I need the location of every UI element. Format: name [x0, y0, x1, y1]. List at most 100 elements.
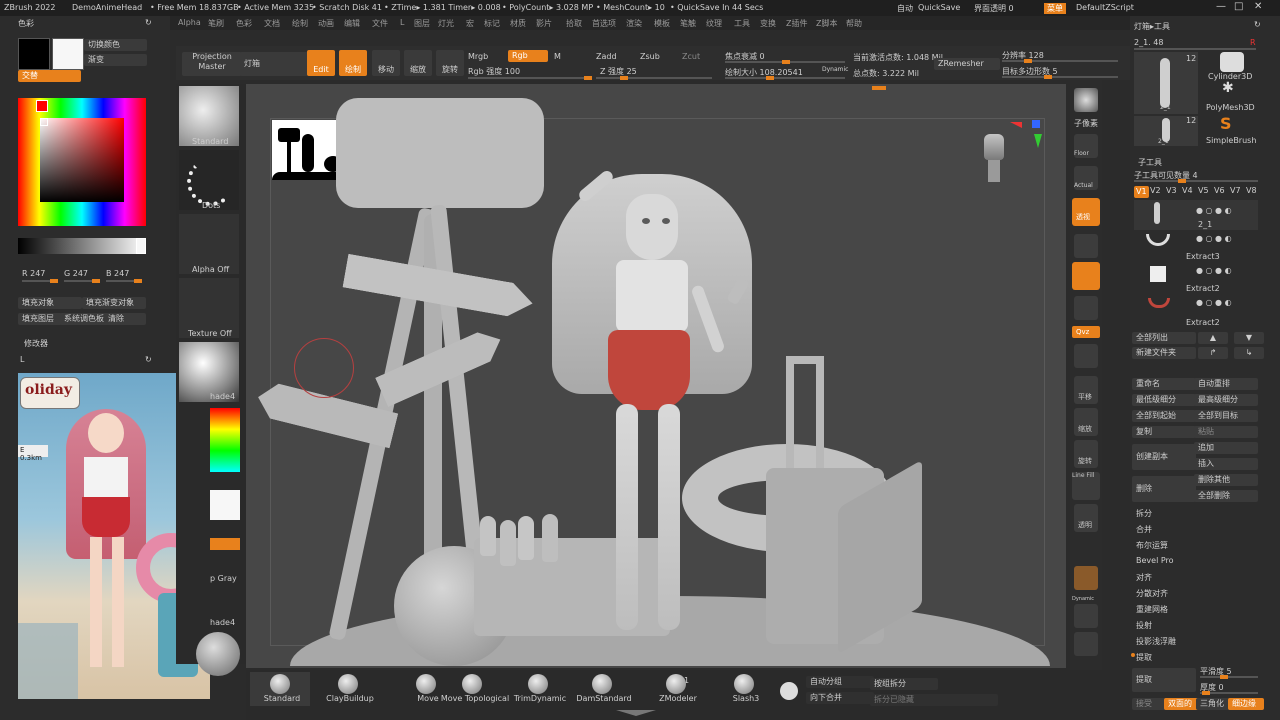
smooth-knob[interactable] [1220, 675, 1228, 679]
menu-item[interactable]: 色彩 [236, 18, 252, 29]
subtool-2-eye-icon[interactable]: ● ○ ● ◐ [1196, 234, 1232, 243]
menu-button[interactable]: 菜单 [1044, 3, 1066, 14]
version-v5[interactable]: V5 [1198, 186, 1209, 195]
visible-count-slider[interactable] [1134, 180, 1258, 182]
material-ball[interactable] [196, 632, 240, 676]
zsub-toggle[interactable]: Zsub [640, 52, 660, 61]
visible-count-knob[interactable] [1178, 179, 1186, 183]
rgb-intensity-knob[interactable] [584, 76, 592, 80]
g-slider-knob[interactable] [92, 279, 100, 283]
frame-icon[interactable] [1074, 234, 1098, 258]
default-zscript[interactable]: DefaultZScript [1076, 3, 1134, 12]
gravity-button[interactable] [1072, 262, 1100, 290]
projection-master-button[interactable]: Projection Master [182, 52, 242, 76]
menu-item[interactable]: 动画 [318, 18, 334, 29]
g-value[interactable]: G 247 [64, 269, 88, 278]
menu-item[interactable]: 帮助 [846, 18, 862, 29]
version-v8[interactable]: V8 [1246, 186, 1257, 195]
menu-item[interactable]: 首选项 [592, 18, 616, 29]
brush-slot[interactable]: TrimDynamic [508, 672, 568, 706]
rgb-intensity-slider[interactable] [468, 77, 592, 79]
smooth-slider[interactable] [1200, 676, 1258, 678]
menu-item[interactable]: 笔刷 [208, 18, 224, 29]
subtool-row-1[interactable]: ● ○ ● ◐ 2_1 [1134, 200, 1258, 230]
zoom-icon[interactable]: 缩放 [1074, 408, 1098, 436]
append-button[interactable]: 追加 [1194, 442, 1258, 454]
move-up-icon[interactable]: ▲ [1198, 332, 1228, 344]
menu-item[interactable]: 影片 [536, 18, 552, 29]
solo-icon[interactable] [1074, 604, 1098, 628]
menu-item[interactable]: 编辑 [344, 18, 360, 29]
lightbox-button[interactable]: 灯箱 [240, 52, 308, 76]
split-groups-button[interactable]: 按组拆分 [870, 678, 938, 690]
menu-item[interactable]: L [400, 18, 404, 27]
split-hidden-button[interactable]: 拆分已隐藏 [870, 694, 998, 706]
rgb-intensity[interactable]: Rgb 强度 100 [468, 66, 520, 77]
bpr-icon[interactable] [1074, 88, 1098, 112]
draw-size-knob[interactable] [766, 76, 774, 80]
perspective-button[interactable]: 透视 [1072, 198, 1100, 226]
b-value[interactable]: B 247 [106, 269, 129, 278]
polymesh-icon[interactable]: ✱ [1222, 80, 1234, 96]
brush-slot[interactable]: Move Topological [438, 672, 509, 706]
zremesher-button[interactable]: ZRemesher [934, 58, 1000, 70]
target-polygons-knob[interactable] [1044, 75, 1052, 79]
brush-slot[interactable]: Standard [250, 672, 310, 706]
tcorne-button[interactable]: 细边缘 [1228, 698, 1264, 710]
sv-square[interactable] [40, 118, 124, 202]
triangulate-button[interactable]: 三角化 [1196, 698, 1232, 710]
secondary-color-swatch[interactable] [52, 38, 84, 70]
double-sided-button[interactable]: 双面的 [1164, 698, 1200, 710]
version-v3[interactable]: V3 [1166, 186, 1177, 195]
clear-button[interactable]: 清除 [104, 313, 146, 325]
menu-item[interactable]: 灯光 [438, 18, 454, 29]
menu-item[interactable]: 图层 [414, 18, 430, 29]
menu-item[interactable]: 纹理 [706, 18, 722, 29]
system-palette-button[interactable]: 系统调色板 [60, 313, 108, 325]
remesh-menu[interactable]: 重建网格 [1136, 604, 1168, 615]
auto-label[interactable]: 自动 [897, 3, 913, 14]
create-instance-button[interactable]: 创建副本 [1132, 444, 1196, 470]
resolution-knob[interactable] [1024, 59, 1032, 63]
viewport-scroll-marker[interactable] [872, 86, 886, 90]
scale-mode-button[interactable]: 缩放 [404, 50, 432, 76]
project-shell-menu[interactable]: 投影浅浮雕 [1136, 636, 1176, 647]
color-strip[interactable] [210, 408, 240, 472]
floor-label[interactable]: Floor [1074, 150, 1089, 157]
thickness-knob[interactable] [1202, 691, 1210, 695]
subtool-3-eye-icon[interactable]: ● ○ ● ◐ [1196, 266, 1232, 275]
xpose-icon[interactable] [1074, 632, 1098, 656]
resolution-slider[interactable] [1002, 60, 1118, 62]
subpixel-label[interactable]: 子像素 [1074, 118, 1098, 129]
accept-button[interactable]: 接受 [1132, 698, 1168, 710]
delete-button[interactable]: 删除 [1132, 476, 1196, 502]
delete-all-button[interactable]: 全部删除 [1194, 490, 1258, 502]
draw-size-slider[interactable] [725, 77, 845, 79]
simplebrush-label[interactable]: SimpleBrush [1206, 136, 1256, 145]
move-down-icon[interactable]: ▼ [1234, 332, 1264, 344]
zadd-toggle[interactable]: Zadd [596, 52, 617, 61]
tool-name[interactable]: 2_1. 48 [1134, 38, 1163, 47]
hue-marker[interactable] [36, 100, 48, 112]
extract-header[interactable]: 提取 [1136, 652, 1152, 663]
brush-slot[interactable]: ZModeler [646, 672, 706, 706]
tool-refresh-icon[interactable]: ↻ [1254, 20, 1261, 29]
menu-item[interactable]: 渲染 [626, 18, 642, 29]
lowest-subdiv-button[interactable]: 最低级细分 [1132, 394, 1196, 406]
transparent-icon[interactable]: 透明 [1074, 504, 1098, 532]
color-picker[interactable] [18, 98, 146, 226]
r-slider-knob[interactable] [50, 279, 58, 283]
orange-swatch[interactable] [210, 538, 240, 550]
version-v2[interactable]: V2 [1150, 186, 1161, 195]
all-to-target-button[interactable]: 全部到目标 [1194, 410, 1258, 422]
auto-group-button[interactable]: 自动分组 [806, 676, 874, 688]
viewport[interactable] [246, 84, 1066, 668]
copy-button[interactable]: 复制 [1132, 426, 1196, 438]
main-color-swatch[interactable] [18, 38, 50, 70]
sv-marker[interactable] [40, 118, 48, 126]
arrow-up-icon[interactable]: ↱ [1198, 347, 1228, 359]
switch-color-button[interactable]: 切换颜色 [84, 39, 147, 51]
rename-button[interactable]: 重命名 [1132, 378, 1196, 390]
menu-item[interactable]: 材质 [510, 18, 526, 29]
version-v7[interactable]: V7 [1230, 186, 1241, 195]
